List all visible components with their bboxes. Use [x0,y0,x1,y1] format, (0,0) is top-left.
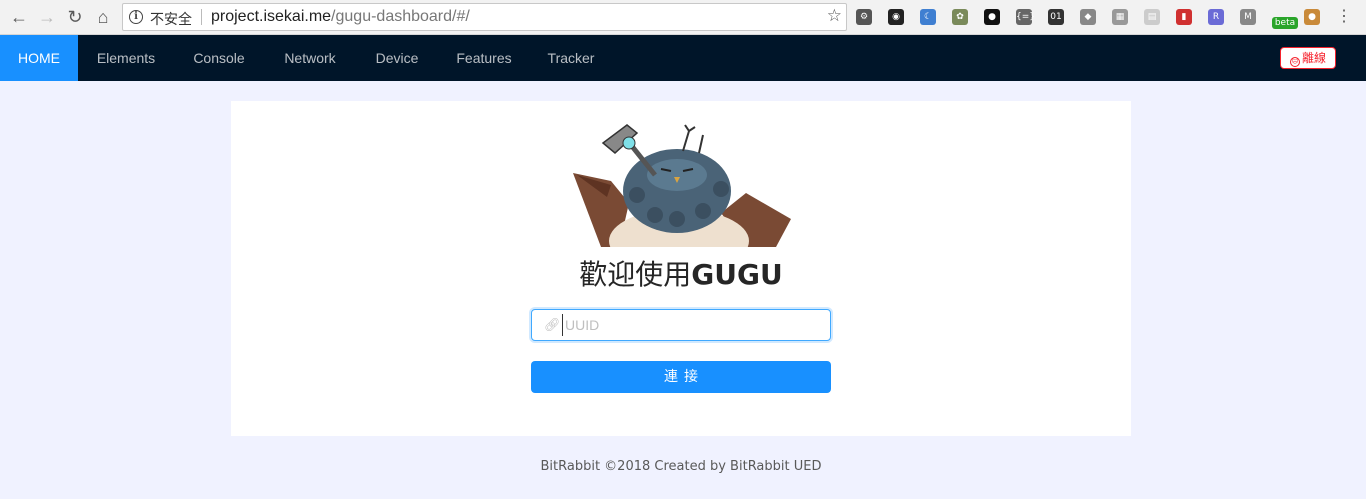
welcome-title: 歡迎使用GUGU [579,258,783,291]
forward-icon[interactable]: → [36,6,58,28]
uuid-input[interactable] [562,314,822,336]
url-text[interactable]: project.isekai.me/gugu-dashboard/#/ [211,8,470,26]
color-ext-icon[interactable]: ◉ [888,9,904,25]
ghost-ext-icon[interactable]: ● [984,9,1000,25]
nav-item-home[interactable]: HOME [0,35,78,81]
footer-text: BitRabbit ©2018 Created by BitRabbit UED [540,459,822,474]
nav-item-device[interactable]: Device [356,35,438,81]
nav-item-network[interactable]: Network [264,35,356,81]
login-card: 歡迎使用GUGU 🔗︎ 連接 [231,101,1131,436]
disconnect-button[interactable]: ☹ 離線 [1280,47,1336,69]
nav-item-elements[interactable]: Elements [78,35,174,81]
security-label: 不安全 [150,11,192,27]
mascot-owl-image [573,124,791,247]
disconnect-icon: ☹ [1289,57,1300,67]
bug-ext-icon[interactable]: ✿ [952,9,968,25]
binary-ext-icon[interactable]: 01 [1048,9,1064,25]
connect-button[interactable]: 連接 [531,361,831,393]
home-icon[interactable]: ⌂ [92,6,114,28]
grid-ext-icon[interactable]: ▦ [1112,9,1128,25]
address-bar[interactable]: i 不安全 project.isekai.me/gugu-dashboard/#… [122,3,847,31]
nav-item-console[interactable]: Console [174,35,264,81]
nav-item-features[interactable]: Features [438,35,530,81]
link-icon: 🔗︎ [544,317,561,332]
beta-ext-icon[interactable]: beta [1272,17,1298,29]
reload-icon[interactable]: ↻ [64,6,86,28]
browser-menu-icon[interactable]: ⋮ [1336,6,1352,28]
divider [201,9,202,25]
uuid-field[interactable]: 🔗︎ [531,309,831,341]
browser-toolbar: ← → ↻ ⌂ i 不安全 project.isekai.me/gugu-das… [0,0,1366,35]
back-icon[interactable]: ← [8,6,30,28]
book-ext-icon[interactable]: ▮ [1176,9,1192,25]
qr-ext-icon[interactable]: ▤ [1144,9,1160,25]
top-nav: HOME Elements Console Network Device Fea… [0,35,1366,81]
m-ext-icon[interactable]: M [1240,9,1256,25]
bookmark-star-icon[interactable]: ☆ [827,6,842,26]
settings-ext-icon[interactable]: ⚙ [856,9,872,25]
moon-ext-icon[interactable]: ☾ [920,9,936,25]
nav-item-tracker[interactable]: Tracker [530,35,612,81]
diamond-ext-icon[interactable]: ◆ [1080,9,1096,25]
cookie-ext-icon[interactable]: ● [1304,9,1320,25]
info-icon[interactable]: i [129,10,143,24]
json-ext-icon[interactable]: {=} [1016,9,1035,25]
r-ext-icon[interactable]: R [1208,9,1224,25]
